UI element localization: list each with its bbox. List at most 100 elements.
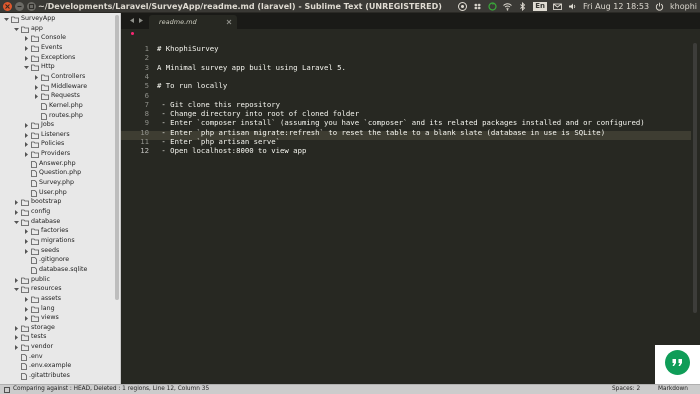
sidebar-item[interactable]: database — [0, 217, 120, 227]
sidebar-item[interactable]: migrations — [0, 236, 120, 246]
chevron-right-icon[interactable] — [24, 55, 29, 61]
sidebar-item[interactable]: .gitignore — [0, 255, 120, 265]
close-tab-icon[interactable] — [226, 19, 232, 25]
sidebar-item-label: database — [31, 217, 61, 225]
chevron-right-icon[interactable] — [24, 132, 29, 138]
sidebar-item[interactable]: Requests — [0, 91, 120, 101]
sidebar-item[interactable]: routes.php — [0, 111, 120, 121]
chevron-down-icon[interactable] — [14, 220, 19, 225]
sidebar-item[interactable]: SurveyApp — [0, 14, 120, 24]
folder-open-icon — [31, 64, 39, 72]
power-icon[interactable] — [655, 2, 664, 11]
bluetooth-icon[interactable] — [518, 2, 527, 11]
chevron-right-icon[interactable] — [24, 248, 29, 254]
sidebar-item[interactable]: Middleware — [0, 82, 120, 92]
folder-icon — [31, 296, 39, 303]
sidebar-item[interactable]: Http — [0, 62, 120, 72]
sidebar-item[interactable]: config — [0, 207, 120, 217]
sidebar-item[interactable]: Survey.php — [0, 178, 120, 188]
chevron-down-icon[interactable] — [14, 287, 19, 292]
sidebar-item[interactable]: seeds — [0, 246, 120, 256]
sidebar-item-label: migrations — [41, 236, 75, 244]
system-indicators: En Fri Aug 12 18:53 khophi — [458, 0, 700, 13]
sidebar-item-label: Middleware — [51, 82, 88, 90]
folder-icon — [21, 335, 29, 342]
chevron-right-icon[interactable] — [24, 306, 29, 312]
sidebar-item[interactable]: Console — [0, 33, 120, 43]
tab-readme[interactable]: readme.md — [149, 15, 237, 29]
sidebar-item[interactable]: tests — [0, 332, 120, 342]
sync-icon[interactable] — [488, 2, 497, 11]
dropbox-icon[interactable] — [473, 2, 482, 11]
status-panel-icon[interactable] — [4, 386, 10, 393]
clock[interactable]: Fri Aug 12 18:53 — [583, 0, 649, 13]
chevron-right-icon[interactable] — [14, 210, 19, 215]
wifi-icon[interactable] — [503, 2, 513, 11]
sidebar-item[interactable]: bootstrap — [0, 197, 120, 207]
sidebar-item[interactable]: Events — [0, 43, 120, 53]
sidebar-item[interactable]: Kernel.php — [0, 101, 120, 111]
editor-scrollbar[interactable] — [693, 43, 697, 313]
sidebar-item[interactable]: Jobs — [0, 120, 120, 130]
user-name[interactable]: khophi — [670, 0, 697, 13]
chevron-right-icon[interactable] — [24, 142, 29, 148]
chevron-right-icon[interactable] — [24, 229, 29, 235]
sidebar-item[interactable]: User.php — [0, 188, 120, 198]
sidebar-item-label: seeds — [41, 246, 60, 254]
chevron-right-icon[interactable] — [24, 316, 29, 322]
sidebar-item[interactable]: .env — [0, 352, 120, 362]
indentation-setting[interactable]: Spaces: 2 — [612, 385, 640, 394]
sidebar-item[interactable]: .env.example — [0, 361, 120, 371]
chevron-down-icon[interactable] — [14, 27, 19, 32]
sidebar-item[interactable]: resources — [0, 284, 120, 294]
sidebar-scrollbar[interactable] — [115, 15, 119, 300]
window-title: ~/Developments/Laravel/SurveyApp/readme.… — [38, 2, 442, 11]
chevron-right-icon[interactable] — [24, 123, 29, 129]
sidebar-item[interactable]: Policies — [0, 139, 120, 149]
mail-icon[interactable] — [553, 2, 562, 11]
chevron-right-icon[interactable] — [14, 277, 19, 283]
sidebar-item[interactable]: vendor — [0, 342, 120, 352]
tab-prev-icon[interactable] — [129, 17, 135, 24]
chevron-right-icon[interactable] — [24, 45, 29, 51]
sidebar-item[interactable]: app — [0, 24, 120, 34]
volume-icon[interactable] — [568, 2, 577, 11]
tab-next-icon[interactable] — [138, 17, 144, 24]
sidebar-item[interactable]: .gitattributes — [0, 371, 120, 381]
chevron-down-icon[interactable] — [4, 17, 9, 22]
keyboard-language-icon[interactable]: En — [533, 2, 548, 11]
code-line: - Change directory into root of cloned f… — [157, 109, 360, 119]
sidebar-item[interactable]: views — [0, 313, 120, 323]
minimize-window-button[interactable] — [15, 2, 24, 11]
chevron-right-icon[interactable] — [24, 152, 29, 158]
sidebar-item[interactable]: factories — [0, 226, 120, 236]
chevron-right-icon[interactable] — [34, 94, 39, 100]
sidebar-item[interactable]: storage — [0, 323, 120, 333]
sidebar-item[interactable]: Answer.php — [0, 159, 120, 169]
chevron-down-icon[interactable] — [24, 65, 29, 70]
sidebar-item[interactable]: assets — [0, 294, 120, 304]
chevron-right-icon[interactable] — [24, 296, 29, 302]
chevron-right-icon[interactable] — [14, 335, 19, 341]
chevron-right-icon[interactable] — [24, 36, 29, 42]
chevron-right-icon[interactable] — [34, 74, 39, 80]
folder-icon — [31, 55, 39, 62]
sidebar-item[interactable]: Providers — [0, 149, 120, 159]
close-window-button[interactable] — [3, 2, 12, 11]
maximize-window-button[interactable] — [27, 2, 36, 11]
sidebar-item[interactable]: Exceptions — [0, 53, 120, 63]
chevron-right-icon[interactable] — [14, 325, 19, 331]
sidebar-item[interactable]: Listeners — [0, 130, 120, 140]
syntax-selector[interactable]: Markdown — [658, 385, 688, 394]
chevron-right-icon[interactable] — [24, 238, 29, 244]
sidebar-item[interactable]: database.sqlite — [0, 265, 120, 275]
sidebar-item[interactable]: public — [0, 275, 120, 285]
sidebar-item[interactable]: lang — [0, 304, 120, 314]
chevron-right-icon[interactable] — [14, 345, 19, 351]
chevron-right-icon[interactable] — [14, 200, 19, 206]
sidebar-item[interactable]: Question.php — [0, 168, 120, 178]
sidebar-item[interactable]: Controllers — [0, 72, 120, 82]
hangouts-badge[interactable] — [655, 345, 700, 384]
chrome-icon[interactable] — [458, 2, 468, 11]
chevron-right-icon[interactable] — [34, 84, 39, 90]
